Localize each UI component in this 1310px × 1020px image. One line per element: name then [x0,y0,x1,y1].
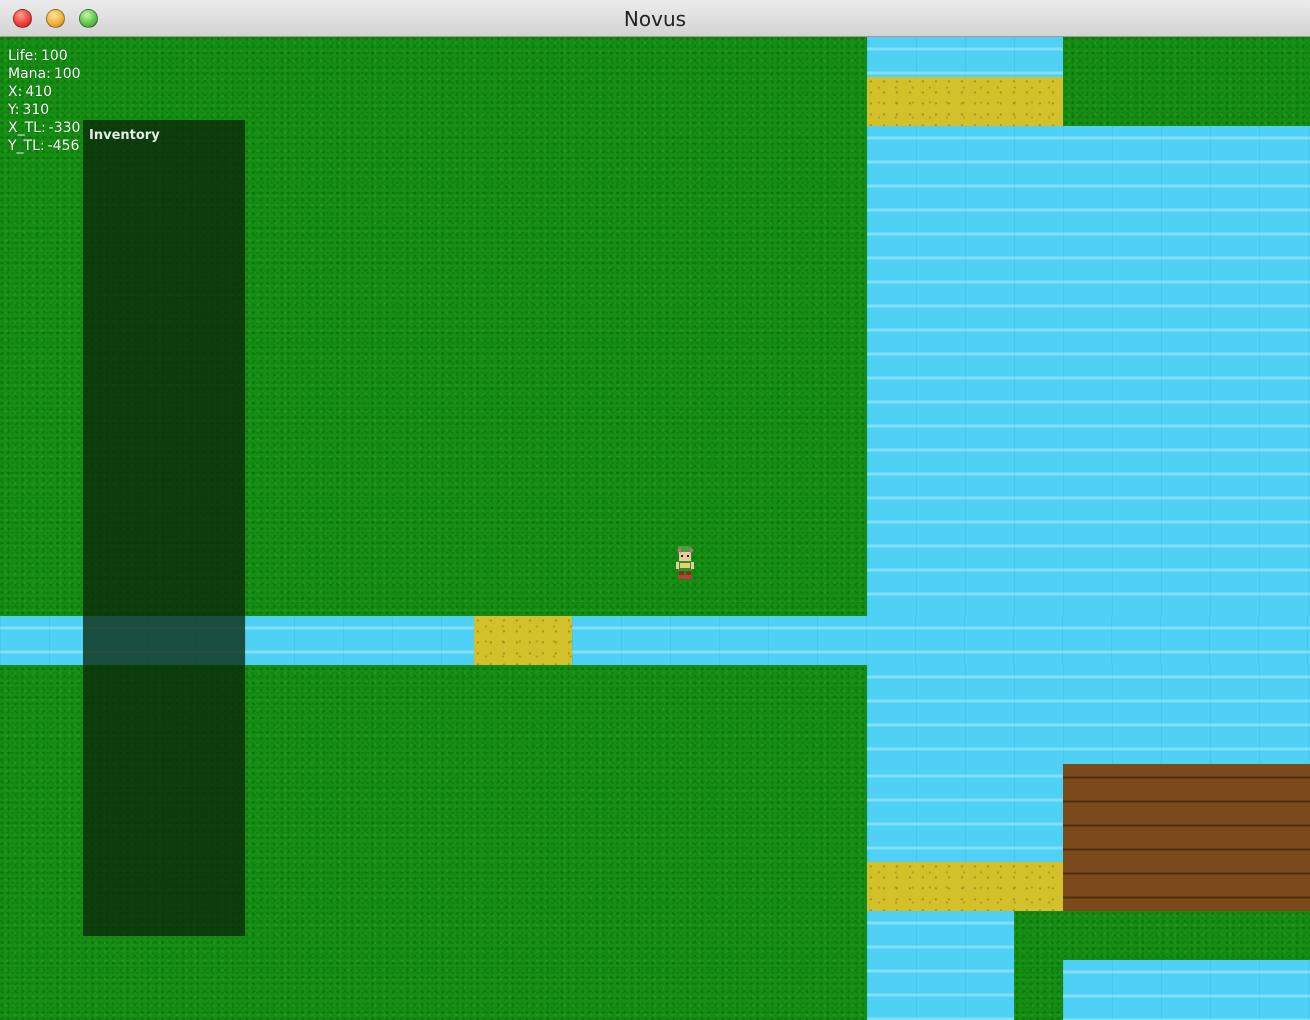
lake-tile-area [867,764,1063,862]
xtl-value: -330 [48,120,81,136]
y-value: 310 [22,102,50,118]
y-stat: Y: 310 [8,101,81,119]
x-label: X: [8,84,23,100]
mana-label: Mana: [8,66,51,82]
xtl-label: X_TL: [8,120,46,136]
water-tile-area [867,37,1063,77]
game-window: Novus Life: 100 Mana: 100 X: 410 Y: 310 … [0,0,1310,1020]
mana-stat: Mana: 100 [8,65,81,83]
ytl-value: -456 [47,138,80,154]
xtl-stat: X_TL: -330 [8,119,81,137]
sand-tile-area [867,862,1063,911]
player-sprite-icon [676,546,694,579]
lake-tile-area [867,665,1310,764]
game-viewport[interactable]: Life: 100 Mana: 100 X: 410 Y: 310 X_TL: -330 … [0,37,1310,1020]
x-stat: X: 410 [8,83,81,101]
dirt-tile-area [1063,764,1310,911]
life-value: 100 [40,48,68,64]
mana-value: 100 [53,66,81,82]
ytl-stat: Y_TL: -456 [8,137,81,155]
y-label: Y: [8,102,20,118]
river-sand-tile [474,616,572,665]
ytl-label: Y_TL: [8,138,45,154]
water-tile-area [1063,960,1310,1020]
water-tile-area [867,911,1014,1020]
life-stat: Life: 100 [8,47,81,65]
inventory-title: Inventory [89,128,160,143]
player-stats-hud: Life: 100 Mana: 100 X: 410 Y: 310 X_TL: -330 … [8,47,81,155]
lake-tile-area [867,126,1310,616]
sand-tile-area [867,77,1063,126]
title-bar[interactable]: Novus [0,0,1310,37]
window-title: Novus [623,7,687,31]
x-value: 410 [25,84,53,100]
life-label: Life: [8,48,38,64]
inventory-panel[interactable]: Inventory [83,120,245,936]
river-tile-area [572,616,1310,665]
